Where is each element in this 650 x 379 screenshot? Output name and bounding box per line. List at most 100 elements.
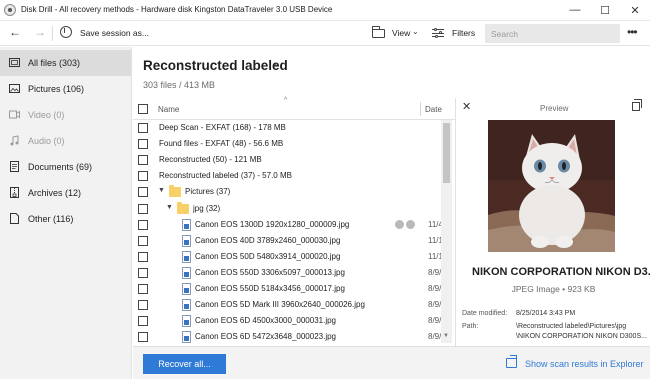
file-checkbox[interactable]: [138, 332, 148, 342]
title-bar: Disk Drill - All recovery methods - Hard…: [0, 0, 650, 21]
file-date: 8/9/: [428, 316, 441, 325]
scroll-down-arrow-icon[interactable]: ▼: [443, 333, 449, 339]
image-file-icon: [182, 331, 191, 343]
file-date: 11/1: [428, 236, 441, 245]
folder-row[interactable]: ▼ jpg (32): [133, 201, 441, 217]
group-checkbox[interactable]: [138, 139, 148, 149]
audio-icon: [10, 135, 19, 146]
sidebar-item-pictures[interactable]: Pictures (106): [0, 76, 131, 102]
file-row[interactable]: Canon EOS 5D Mark III 3960x2640_000026.j…: [133, 297, 441, 313]
image-file-icon: [182, 235, 191, 247]
save-session-button[interactable]: Save session as...: [80, 28, 149, 38]
image-file-icon: [182, 219, 191, 231]
collapse-arrow-icon[interactable]: ▼: [158, 187, 165, 194]
preview-filename: NIKON CORPORATION NIKON D3...: [472, 266, 650, 278]
folder-checkbox[interactable]: [138, 187, 148, 197]
file-row[interactable]: Canon EOS 40D 3789x2460_000030.jpg 11/1: [133, 233, 441, 249]
file-checkbox[interactable]: [138, 300, 148, 310]
close-window-button[interactable]: ✕: [620, 0, 650, 20]
file-row[interactable]: Canon EOS 50D 5480x3914_000020.jpg 11/1: [133, 249, 441, 265]
file-row[interactable]: Canon EOS 6D 4500x3000_000031.jpg 8/9/: [133, 313, 441, 329]
group-label: Deep Scan - EXFAT (168) - 178 MB: [159, 123, 286, 132]
preview-title: Preview: [540, 104, 569, 113]
save-session-icon[interactable]: [60, 26, 72, 38]
file-date: 8/9/: [428, 268, 441, 277]
date-modified-value: 8/25/2014 3:43 PM: [516, 310, 576, 317]
search-input[interactable]: [485, 24, 620, 43]
file-checkbox[interactable]: [138, 220, 148, 230]
recover-all-button[interactable]: Recover all...: [143, 354, 226, 374]
group-row[interactable]: ▶ Found files - EXFAT (48) - 56.6 MB: [133, 136, 441, 152]
file-row[interactable]: Canon EOS 6D 5472x3648_000023.jpg 8/9/: [133, 329, 441, 343]
more-options-icon[interactable]: •••: [627, 25, 638, 39]
file-date: 8/9/: [428, 332, 441, 341]
preview-eye-icon[interactable]: [395, 220, 404, 229]
file-checkbox[interactable]: [138, 252, 148, 262]
chevron-down-icon[interactable]: ⌄: [272, 58, 280, 69]
pictures-icon: [9, 84, 20, 93]
sidebar-item-documents[interactable]: Documents (69): [0, 154, 131, 180]
video-icon: [9, 110, 20, 119]
select-all-checkbox[interactable]: [138, 104, 148, 114]
maximize-button[interactable]: ☐: [590, 0, 620, 20]
collapse-arrow-icon[interactable]: ▼: [166, 204, 173, 211]
file-checkbox[interactable]: [138, 236, 148, 246]
file-list-scrollbar[interactable]: ▼: [441, 120, 452, 343]
sidebar-item-all-files[interactable]: All files (303): [0, 50, 131, 76]
file-name: Canon EOS 40D 3789x2460_000030.jpg: [195, 236, 341, 245]
sidebar-item-audio[interactable]: Audio (0): [0, 128, 131, 154]
filters-icon[interactable]: [432, 27, 444, 38]
group-row[interactable]: ▶ Deep Scan - EXFAT (168) - 178 MB: [133, 120, 441, 136]
other-icon: [10, 213, 19, 224]
column-divider[interactable]: [420, 102, 421, 116]
sort-ascending-icon[interactable]: ^: [284, 97, 287, 104]
archives-icon: [10, 187, 19, 198]
sidebar-item-label: Archives (12): [28, 188, 82, 198]
file-checkbox[interactable]: [138, 284, 148, 294]
folder-checkbox[interactable]: [138, 204, 148, 214]
file-name: Canon EOS 550D 3306x5097_000013.jpg: [195, 268, 345, 277]
chevron-down-icon[interactable]: ⌄: [412, 27, 419, 36]
file-row[interactable]: Canon EOS 1300D 1920x1280_000009.jpg 11/…: [133, 217, 441, 233]
toolbar: ← → Save session as... View ⌄ Filters ••…: [0, 21, 650, 46]
sidebar-item-archives[interactable]: Archives (12): [0, 180, 131, 206]
file-row[interactable]: Canon EOS 550D 5184x3456_000017.jpg 8/9/: [133, 281, 441, 297]
close-preview-icon[interactable]: ✕: [462, 100, 471, 113]
group-row[interactable]: ▶ Reconstructed (50) - 121 MB: [133, 152, 441, 168]
preview-file-meta: JPEG Image • 923 KB: [511, 284, 596, 294]
copy-icon[interactable]: [632, 99, 642, 111]
bottom-bar: Recover all... Show scan results in Expl…: [133, 346, 650, 379]
scrollbar-thumb[interactable]: [443, 123, 450, 183]
back-button[interactable]: ←: [7, 25, 23, 39]
documents-icon: [10, 161, 19, 172]
group-checkbox[interactable]: [138, 155, 148, 165]
disk-drill-app-icon: [4, 4, 16, 16]
sidebar-item-other[interactable]: Other (116): [0, 206, 131, 232]
sidebar-item-video[interactable]: Video (0): [0, 102, 131, 128]
view-folder-icon[interactable]: [372, 26, 385, 38]
folder-row[interactable]: ▼ Pictures (37): [133, 184, 441, 200]
group-row[interactable]: ▼ Reconstructed labeled (37) - 57.0 MB: [133, 168, 441, 184]
sidebar-item-label: Documents (69): [28, 162, 93, 172]
page-title: Reconstructed labeled: [143, 58, 288, 73]
column-header: Name ^ Date: [133, 97, 455, 120]
file-checkbox[interactable]: [138, 268, 148, 278]
forward-button[interactable]: →: [32, 25, 48, 39]
name-column-header[interactable]: Name: [158, 105, 179, 114]
all-files-icon: [9, 58, 20, 67]
group-checkbox[interactable]: [138, 171, 148, 181]
date-column-header[interactable]: Date: [425, 105, 442, 114]
file-date: 8/9/: [428, 284, 441, 293]
folder-icon: [169, 185, 181, 197]
view-button[interactable]: View: [392, 28, 410, 38]
group-checkbox[interactable]: [138, 123, 148, 133]
minimize-button[interactable]: —: [560, 0, 590, 20]
group-label: Reconstructed (50) - 121 MB: [159, 155, 262, 164]
image-file-icon: [182, 315, 191, 327]
open-external-icon[interactable]: [506, 355, 517, 368]
file-checkbox[interactable]: [138, 316, 148, 326]
file-row[interactable]: Canon EOS 550D 3306x5097_000013.jpg 8/9/: [133, 265, 441, 281]
filters-button[interactable]: Filters: [452, 28, 475, 38]
file-name: Canon EOS 5D Mark III 3960x2640_000026.j…: [195, 300, 365, 309]
show-in-explorer-link[interactable]: Show scan results in Explorer: [525, 359, 644, 369]
